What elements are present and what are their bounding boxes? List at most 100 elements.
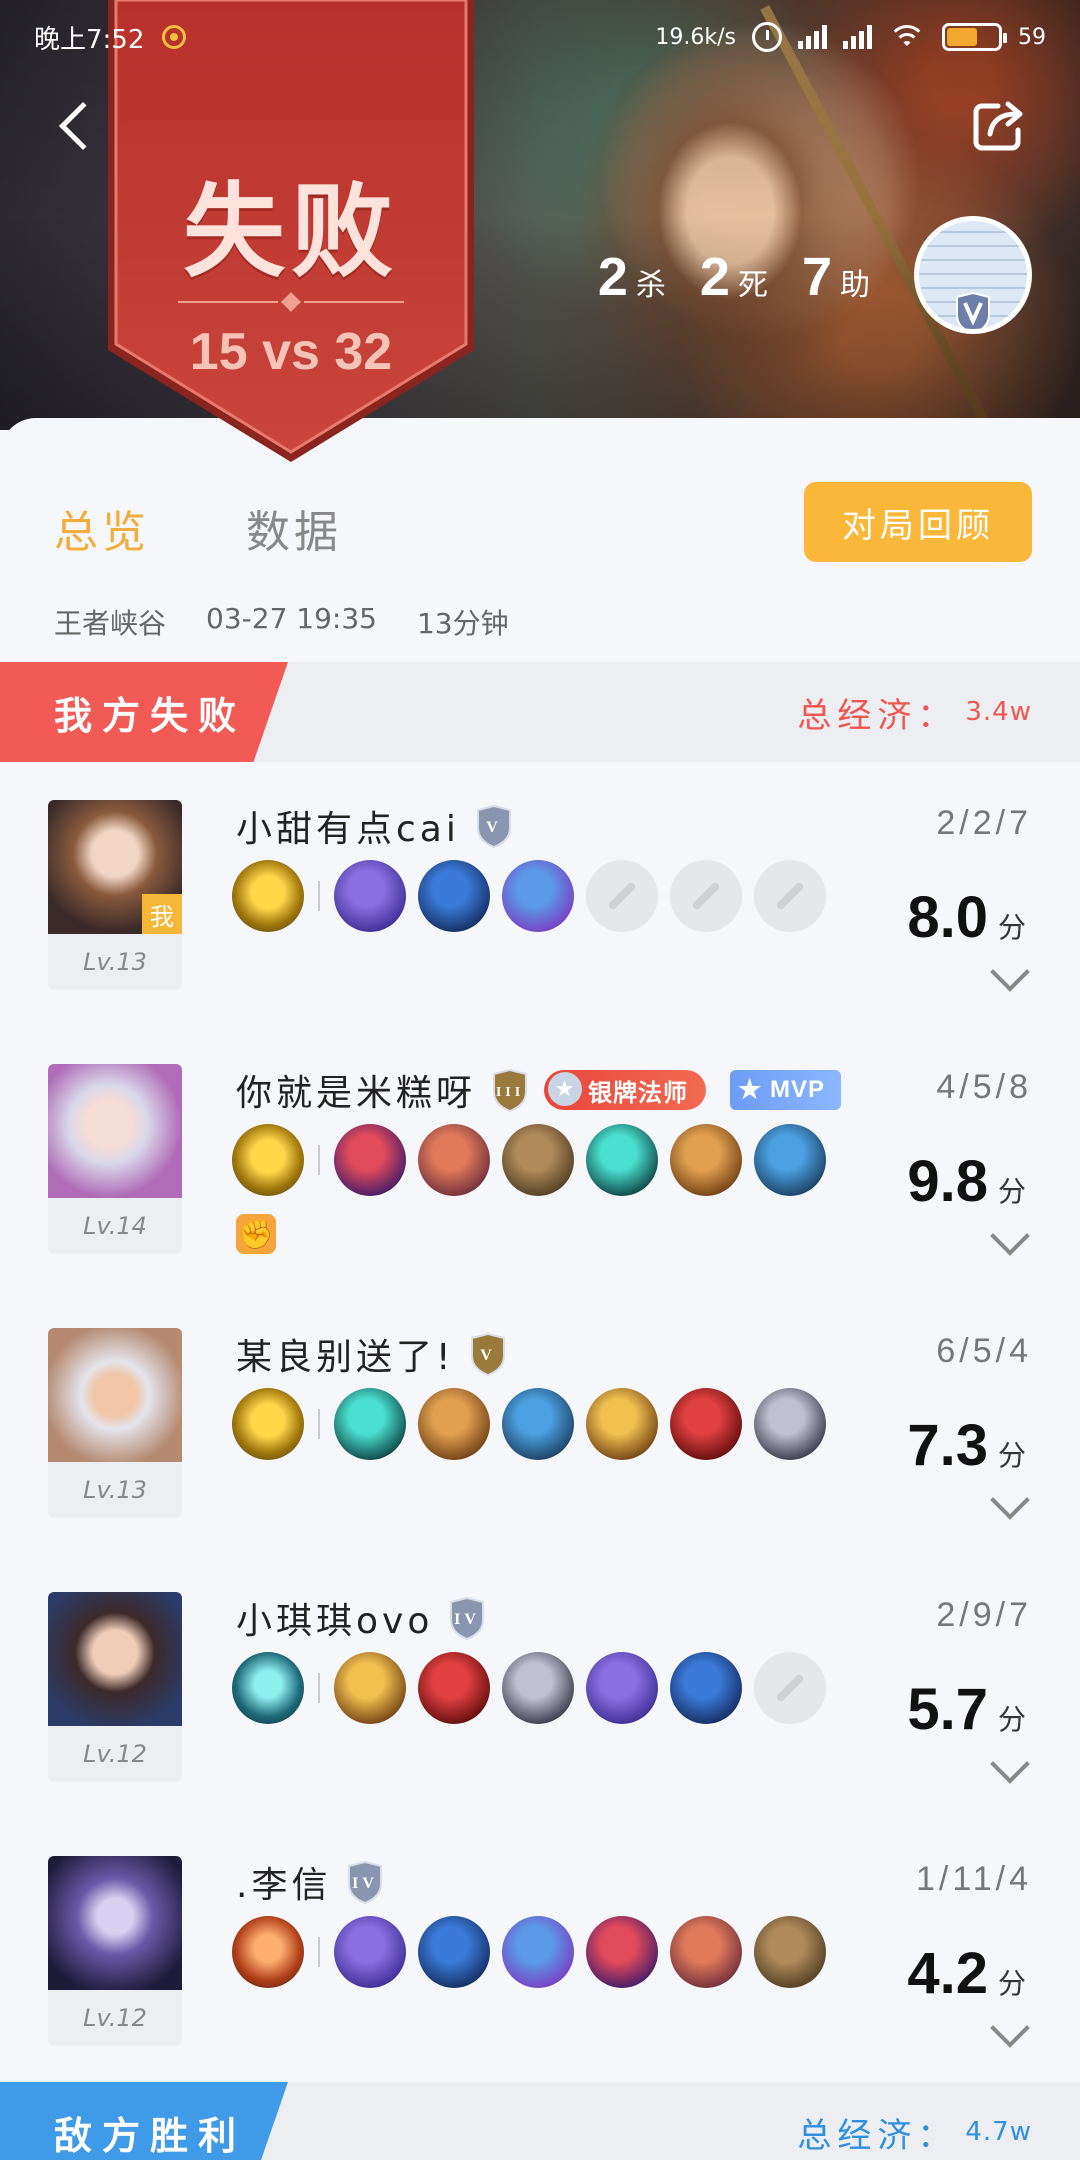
kills-label: 杀 (635, 268, 666, 303)
match-review-button[interactable]: 对局回顾 (804, 482, 1032, 562)
rank-shield-icon: IV (450, 1596, 485, 1640)
expand-chevron-icon[interactable] (990, 2008, 1030, 2048)
tab-bar: 总览 数据 (54, 496, 342, 560)
hero-portrait[interactable]: Lv.14 (48, 1064, 182, 1254)
player-score: 5.7 分 (907, 1676, 1026, 1743)
player-level: Lv.12 (83, 2004, 147, 2032)
target-icon (162, 25, 187, 49)
score-unit: 分 (997, 1175, 1026, 1208)
enemy-team-result: 敌方胜利 (0, 2082, 288, 2160)
equipment-item-icon[interactable] (754, 1124, 826, 1196)
player-row[interactable]: Lv.14 你就是米糕呀 III 银牌法师 MVP ✊ 4/5/8 9.8 分 (0, 1064, 1080, 1328)
equipment-item-icon[interactable] (334, 1916, 406, 1988)
equipment-item-icon[interactable] (670, 1388, 742, 1460)
battery-icon (942, 23, 1007, 51)
equipment-item-icon[interactable] (502, 1916, 574, 1988)
equipment-item-icon[interactable] (670, 1652, 742, 1724)
equipment-item-icon[interactable] (502, 1388, 574, 1460)
player-score: 7.3 分 (907, 1412, 1026, 1479)
avatar[interactable] (914, 216, 1032, 334)
status-time: 晚上7:52 (34, 24, 145, 55)
status-bar: 晚上7:52 19.6k/s 59 (0, 0, 1080, 74)
expand-chevron-icon[interactable] (990, 1744, 1030, 1784)
equipment-item-icon[interactable] (754, 1916, 826, 1988)
economy-label: 总经济： (797, 695, 958, 736)
equipment-item-icon[interactable] (502, 860, 574, 932)
tab-overview[interactable]: 总览 (54, 496, 150, 560)
expand-chevron-icon[interactable] (990, 1480, 1030, 1520)
me-badge: 我 (142, 894, 182, 934)
hero-portrait[interactable]: Lv.12 (48, 1856, 182, 2046)
equipment-list (232, 1124, 838, 1196)
kills-count: 2 (597, 247, 628, 307)
equipment-item-icon[interactable] (670, 1916, 742, 1988)
economy-value: 3.4w (965, 697, 1032, 727)
score-unit: 分 (997, 911, 1026, 944)
empty-item-slot-icon (754, 860, 826, 932)
summoner-spell-icon (232, 1916, 304, 1988)
match-datetime: 03-27 19:35 (206, 602, 377, 635)
equipment-item-icon[interactable] (670, 1124, 742, 1196)
equipment-item-icon[interactable] (502, 1124, 574, 1196)
equipment-list (232, 860, 838, 932)
equipment-item-icon[interactable] (334, 860, 406, 932)
equipment-item-icon[interactable] (418, 1124, 490, 1196)
hero-portrait[interactable]: 我 Lv.13 (48, 800, 182, 990)
fist-icon: ✊ (236, 1214, 276, 1254)
share-icon[interactable] (970, 96, 1028, 154)
equipment-item-icon[interactable] (418, 1388, 490, 1460)
player-name: .李信 (236, 1865, 332, 1906)
hero-portrait[interactable]: Lv.12 (48, 1592, 182, 1782)
expand-chevron-icon[interactable] (990, 1216, 1030, 1256)
match-info: 王者峡谷 03-27 19:35 13分钟 (54, 602, 509, 642)
equipment-item-icon[interactable] (334, 1388, 406, 1460)
equipment-item-icon[interactable] (334, 1124, 406, 1196)
player-name: 某良别送了! (236, 1337, 455, 1378)
score-unit: 分 (997, 1967, 1026, 2000)
svg-text:IV: IV (454, 1611, 480, 1628)
mvp-badge: MVP (730, 1070, 842, 1110)
summoner-spell-icon (232, 1652, 304, 1724)
economy-label: 总经济： (797, 2115, 958, 2156)
equipment-item-icon[interactable] (334, 1652, 406, 1724)
equipment-item-icon[interactable] (502, 1652, 574, 1724)
alarm-icon (752, 22, 782, 52)
team-score: 15 vs 32 (189, 323, 393, 381)
equipment-item-icon[interactable] (586, 1124, 658, 1196)
empty-item-slot-icon (754, 1652, 826, 1724)
player-name-line: 小琪琪ovo IV (236, 1592, 487, 1644)
tab-data[interactable]: 数据 (246, 496, 342, 560)
rank-shield-icon: V (471, 1332, 506, 1376)
summoner-spell-icon (232, 860, 304, 932)
hero-avatar (48, 1328, 182, 1462)
equipment-item-icon[interactable] (586, 1916, 658, 1988)
signal-icon (798, 25, 827, 49)
score-value: 4.2 (907, 1941, 988, 2006)
equipment-item-icon[interactable] (418, 860, 490, 932)
assists-count: 7 (801, 247, 832, 307)
match-duration: 13分钟 (416, 607, 509, 640)
player-row[interactable]: 我 Lv.13 小甜有点cai V 2/2/7 8.0 分 (0, 800, 1080, 1064)
expand-chevron-icon[interactable] (990, 952, 1030, 992)
my-team-result: 我方失败 (0, 662, 288, 762)
signal-icon-2 (843, 25, 872, 49)
equipment-item-icon[interactable] (754, 1388, 826, 1460)
summoner-spell-icon (232, 1124, 304, 1196)
result-title: 失败 (183, 173, 399, 292)
player-name-line: 小甜有点cai V (236, 800, 514, 852)
equipment-item-icon[interactable] (586, 1388, 658, 1460)
hero-portrait[interactable]: Lv.13 (48, 1328, 182, 1518)
equipment-item-icon[interactable] (586, 1652, 658, 1724)
player-score: 9.8 分 (907, 1148, 1026, 1215)
rank-shield-icon: III (493, 1068, 528, 1112)
divider (318, 1409, 320, 1439)
player-row[interactable]: Lv.12 小琪琪ovo IV 2/9/7 5.7 分 (0, 1592, 1080, 1856)
svg-text:III: III (496, 1085, 524, 1100)
player-row[interactable]: Lv.12 .李信 IV 1/11/4 4.2 分 (0, 1856, 1080, 2120)
player-name: 你就是米糕呀 (236, 1073, 477, 1114)
equipment-item-icon[interactable] (418, 1916, 490, 1988)
equipment-item-icon[interactable] (418, 1652, 490, 1724)
player-row[interactable]: Lv.13 某良别送了! V 6/5/4 7.3 分 (0, 1328, 1080, 1592)
back-button[interactable] (56, 94, 108, 158)
economy-value: 4.7w (965, 2117, 1032, 2147)
